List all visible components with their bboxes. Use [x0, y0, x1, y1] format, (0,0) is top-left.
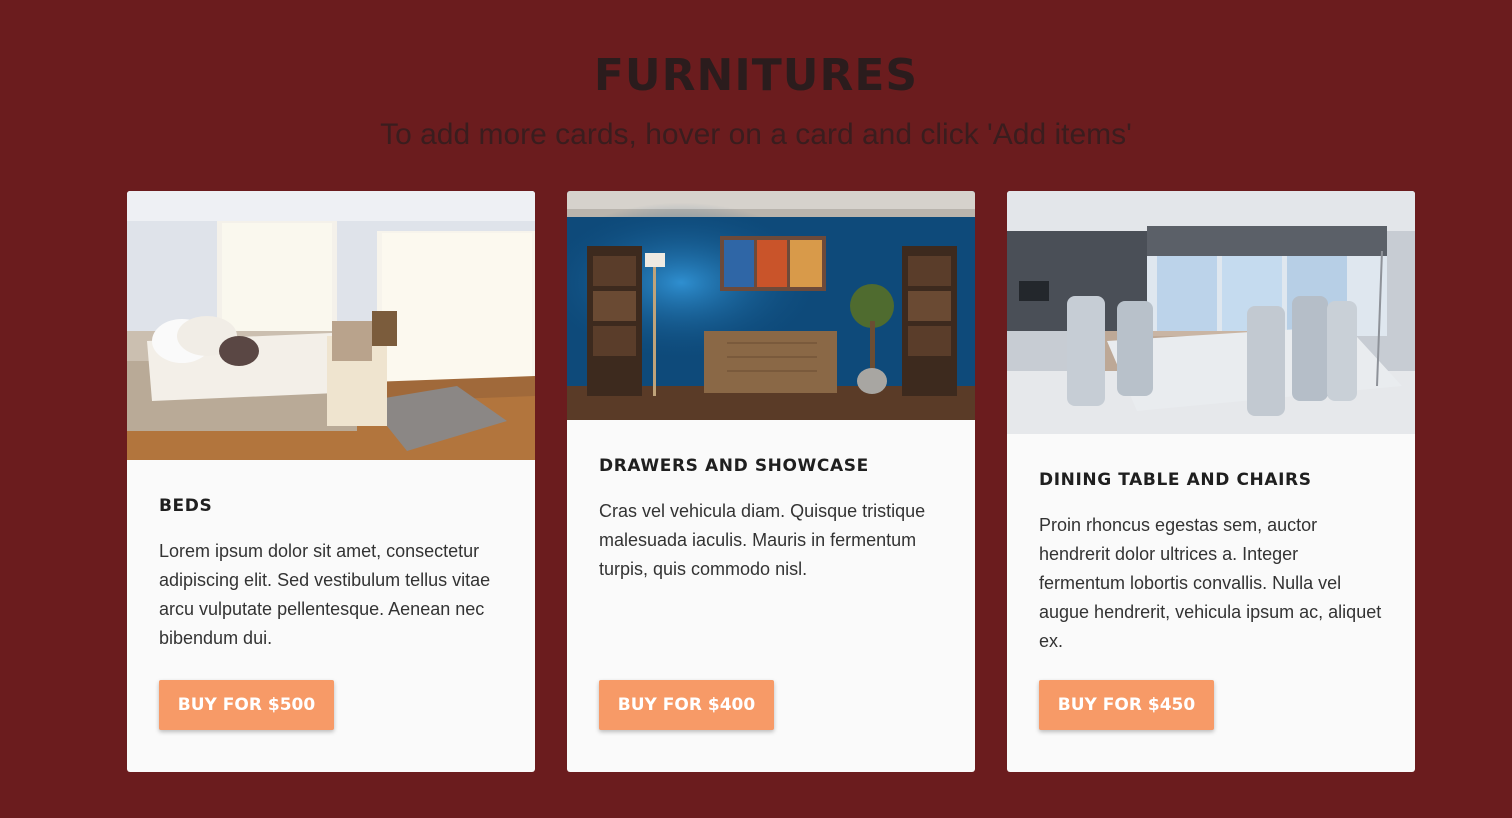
product-card-dining[interactable]: DINING TABLE AND CHAIRS Proin rhoncus eg… [1007, 191, 1415, 772]
product-card-drawers[interactable]: DRAWERS AND SHOWCASE Cras vel vehicula d… [567, 191, 975, 772]
page-subtitle: To add more cards, hover on a card and c… [380, 118, 1132, 151]
bedroom-image [127, 191, 535, 460]
card-title: DRAWERS AND SHOWCASE [599, 456, 869, 476]
card-description: Lorem ipsum dolor sit amet, consectetur … [159, 541, 491, 648]
buy-button[interactable]: BUY FOR $400 [599, 680, 774, 730]
card-description: Proin rhoncus egestas sem, auctor hendre… [1039, 515, 1382, 651]
dining-room-image [1007, 191, 1415, 434]
card-title: DINING TABLE AND CHAIRS [1039, 470, 1312, 490]
drawers-image [567, 191, 975, 420]
page-title: FURNITURES [593, 50, 919, 101]
buy-button[interactable]: BUY FOR $450 [1039, 680, 1214, 730]
card-title: BEDS [159, 496, 213, 516]
card-description: Cras vel vehicula diam. Quisque tristiqu… [599, 501, 926, 579]
buy-button[interactable]: BUY FOR $500 [159, 680, 334, 730]
product-card-beds[interactable]: BEDS Lorem ipsum dolor sit amet, consect… [127, 191, 535, 772]
